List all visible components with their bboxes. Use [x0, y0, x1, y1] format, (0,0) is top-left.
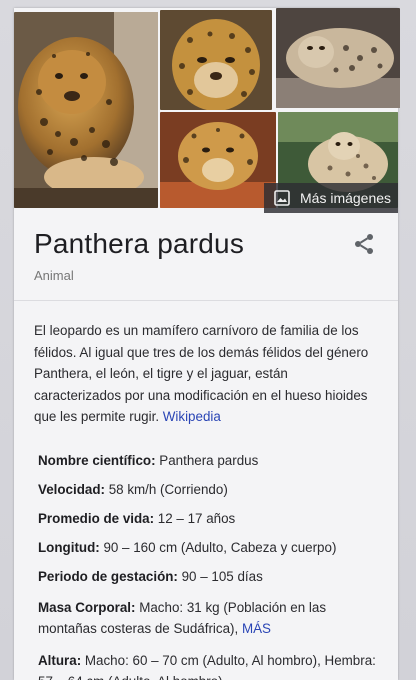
fact-value: 58 km/h (Corriendo): [104, 482, 228, 497]
image-icon: [274, 190, 290, 206]
fact-key[interactable]: Masa Corporal:: [38, 600, 135, 615]
gallery-image-leopard-face[interactable]: [160, 10, 272, 110]
title-row: Panthera pardus: [34, 224, 374, 264]
knowledge-panel: Más imágenes Panthera pardus Animal El l…: [14, 8, 400, 680]
fact-value: 12 – 17 años: [154, 511, 236, 526]
fact-value: Macho: 60 – 70 cm (Adulto, Al hombro), H…: [38, 653, 376, 680]
fact-body-mass: Masa Corporal: Macho: 31 kg (Población e…: [38, 597, 383, 639]
fact-key[interactable]: Nombre científico:: [38, 453, 156, 468]
entity-type: Animal: [34, 268, 74, 283]
more-images-label: Más imágenes: [300, 190, 392, 206]
gallery-image-leopard-lying[interactable]: [276, 8, 400, 108]
gallery-image-leopard-resting[interactable]: [14, 12, 158, 208]
fact-value: 90 – 105 días: [177, 569, 263, 584]
fact-length: Longitud: 90 – 160 cm (Adulto, Cabeza y …: [38, 539, 383, 557]
fact-key[interactable]: Altura:: [38, 653, 81, 668]
facts-list: Nombre científico: Panthera pardus Veloc…: [38, 452, 383, 680]
share-icon[interactable]: [352, 232, 376, 256]
fact-key[interactable]: Periodo de gestación:: [38, 569, 178, 584]
fact-value[interactable]: Panthera pardus: [156, 453, 258, 468]
divider: [14, 300, 398, 301]
fact-gestation: Periodo de gestación: 90 – 105 días: [38, 568, 383, 586]
more-images-button[interactable]: Más imágenes: [264, 183, 398, 213]
fact-height: Altura: Macho: 60 – 70 cm (Adulto, Al ho…: [38, 650, 383, 680]
fact-value: 90 – 160 cm (Adulto, Cabeza y cuerpo): [99, 540, 337, 555]
fact-key[interactable]: Promedio de vida:: [38, 511, 154, 526]
fact-key[interactable]: Longitud:: [38, 540, 100, 555]
screen: Más imágenes Panthera pardus Animal El l…: [0, 0, 416, 680]
more-link[interactable]: MÁS: [242, 621, 271, 636]
page-title: Panthera pardus: [34, 228, 245, 259]
fact-speed: Velocidad: 58 km/h (Corriendo): [38, 481, 383, 499]
image-gallery: Más imágenes: [14, 8, 400, 213]
description: El leopardo es un mamífero carnívoro de …: [34, 320, 374, 428]
fact-key[interactable]: Velocidad:: [38, 482, 105, 497]
wikipedia-link[interactable]: Wikipedia: [163, 409, 221, 424]
gallery-image-leopard-drinking[interactable]: [160, 112, 276, 208]
fact-scientific-name: Nombre científico: Panthera pardus: [38, 452, 383, 470]
fact-lifespan: Promedio de vida: 12 – 17 años: [38, 510, 383, 528]
